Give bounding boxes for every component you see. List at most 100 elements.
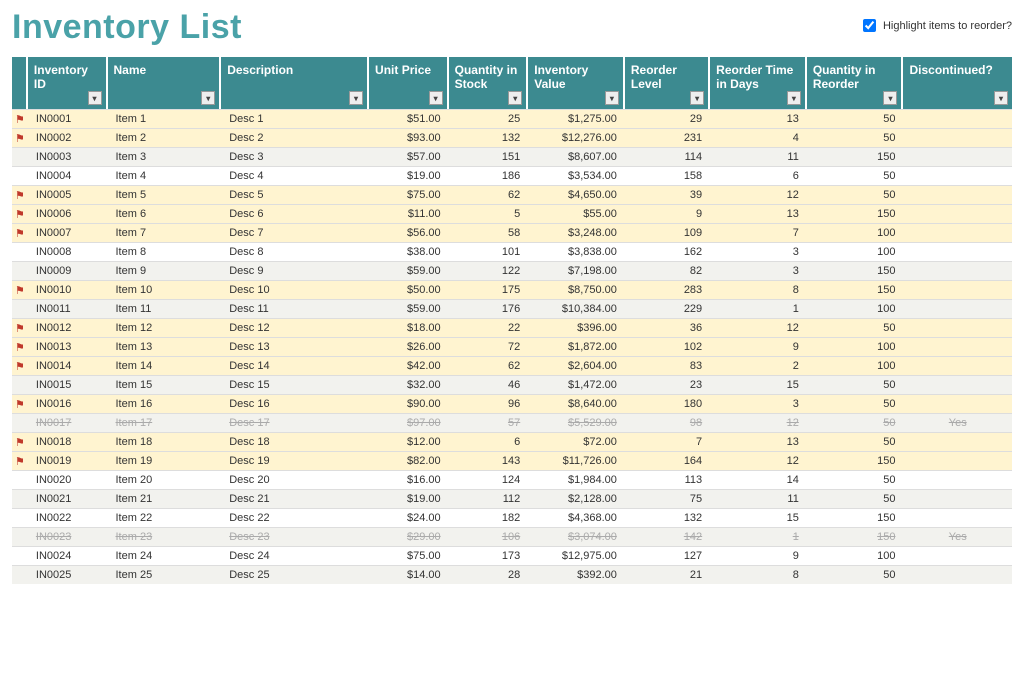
table-row[interactable]: ⚑IN0005Item 5Desc 5$75.0062$4,650.003912… bbox=[12, 185, 1012, 204]
table-row[interactable]: IN0015Item 15Desc 15$32.0046$1,472.00231… bbox=[12, 375, 1012, 394]
col-header[interactable]: Reorder Time in Days▾ bbox=[710, 57, 807, 109]
table-row[interactable]: IN0008Item 8Desc 8$38.00101$3,838.001623… bbox=[12, 242, 1012, 261]
cell-price: $38.00 bbox=[369, 242, 449, 261]
filter-dropdown-icon[interactable]: ▾ bbox=[88, 91, 102, 105]
cell-reorder: 132 bbox=[625, 508, 710, 527]
filter-dropdown-icon[interactable]: ▾ bbox=[787, 91, 801, 105]
table-row[interactable]: IN0011Item 11Desc 11$59.00176$10,384.002… bbox=[12, 299, 1012, 318]
table-row[interactable]: IN0024Item 24Desc 24$75.00173$12,975.001… bbox=[12, 546, 1012, 565]
cell-qro: 150 bbox=[807, 204, 904, 223]
cell-id: IN0010 bbox=[28, 280, 108, 299]
cell-value: $2,128.00 bbox=[528, 489, 625, 508]
cell-disc bbox=[903, 147, 1012, 166]
flag-icon: ⚑ bbox=[15, 285, 25, 297]
col-header[interactable]: Reorder Level▾ bbox=[625, 57, 710, 109]
table-row[interactable]: ⚑IN0010Item 10Desc 10$50.00175$8,750.002… bbox=[12, 280, 1012, 299]
table-row[interactable]: IN0004Item 4Desc 4$19.00186$3,534.001586… bbox=[12, 166, 1012, 185]
table-row[interactable]: ⚑IN0001Item 1Desc 1$51.0025$1,275.002913… bbox=[12, 109, 1012, 128]
filter-dropdown-icon[interactable]: ▾ bbox=[883, 91, 897, 105]
table-row[interactable]: IN0003Item 3Desc 3$57.00151$8,607.001141… bbox=[12, 147, 1012, 166]
table-row[interactable]: IN0025Item 25Desc 25$14.0028$392.0021850 bbox=[12, 565, 1012, 584]
cell-disc bbox=[903, 223, 1012, 242]
table-row[interactable]: IN0021Item 21Desc 21$19.00112$2,128.0075… bbox=[12, 489, 1012, 508]
col-header[interactable]: Quantity in Stock▾ bbox=[449, 57, 529, 109]
table-row[interactable]: ⚑IN0013Item 13Desc 13$26.0072$1,872.0010… bbox=[12, 337, 1012, 356]
cell-value: $396.00 bbox=[528, 318, 625, 337]
cell-value: $1,275.00 bbox=[528, 109, 625, 128]
cell-name: Item 25 bbox=[108, 565, 222, 584]
table-row[interactable]: ⚑IN0016Item 16Desc 16$90.0096$8,640.0018… bbox=[12, 394, 1012, 413]
table-row[interactable]: IN0022Item 22Desc 22$24.00182$4,368.0013… bbox=[12, 508, 1012, 527]
cell-desc: Desc 9 bbox=[221, 261, 369, 280]
cell-desc: Desc 18 bbox=[221, 432, 369, 451]
cell-disc bbox=[903, 546, 1012, 565]
cell-disc bbox=[903, 394, 1012, 413]
cell-qty: 175 bbox=[449, 280, 529, 299]
cell-id: IN0014 bbox=[28, 356, 108, 375]
cell-value: $8,640.00 bbox=[528, 394, 625, 413]
cell-reorder: 283 bbox=[625, 280, 710, 299]
cell-time: 14 bbox=[710, 470, 807, 489]
cell-price: $42.00 bbox=[369, 356, 449, 375]
cell-price: $16.00 bbox=[369, 470, 449, 489]
cell-qty: 62 bbox=[449, 356, 529, 375]
cell-name: Item 15 bbox=[108, 375, 222, 394]
cell-qro: 100 bbox=[807, 356, 904, 375]
cell-time: 9 bbox=[710, 337, 807, 356]
col-header[interactable]: Description▾ bbox=[221, 57, 369, 109]
cell-qro: 150 bbox=[807, 261, 904, 280]
filter-dropdown-icon[interactable]: ▾ bbox=[201, 91, 215, 105]
cell-reorder: 75 bbox=[625, 489, 710, 508]
table-row[interactable]: ⚑IN0018Item 18Desc 18$12.006$72.0071350 bbox=[12, 432, 1012, 451]
flag-cell bbox=[12, 261, 28, 280]
flag-cell: ⚑ bbox=[12, 432, 28, 451]
col-header[interactable]: Name▾ bbox=[108, 57, 222, 109]
col-header[interactable]: Discontinued?▾ bbox=[903, 57, 1012, 109]
cell-reorder: 231 bbox=[625, 128, 710, 147]
filter-dropdown-icon[interactable]: ▾ bbox=[508, 91, 522, 105]
table-row[interactable]: ⚑IN0002Item 2Desc 2$93.00132$12,276.0023… bbox=[12, 128, 1012, 147]
filter-dropdown-icon[interactable]: ▾ bbox=[429, 91, 443, 105]
cell-desc: Desc 4 bbox=[221, 166, 369, 185]
table-row[interactable]: ⚑IN0006Item 6Desc 6$11.005$55.00913150 bbox=[12, 204, 1012, 223]
cell-reorder: 36 bbox=[625, 318, 710, 337]
highlight-reorder-toggle[interactable]: Highlight items to reorder? bbox=[859, 8, 1012, 35]
cell-desc: Desc 8 bbox=[221, 242, 369, 261]
cell-qro: 100 bbox=[807, 299, 904, 318]
table-row[interactable]: ⚑IN0012Item 12Desc 12$18.0022$396.003612… bbox=[12, 318, 1012, 337]
cell-desc: Desc 2 bbox=[221, 128, 369, 147]
cell-name: Item 11 bbox=[108, 299, 222, 318]
cell-id: IN0008 bbox=[28, 242, 108, 261]
table-row[interactable]: IN0009Item 9Desc 9$59.00122$7,198.008231… bbox=[12, 261, 1012, 280]
cell-time: 8 bbox=[710, 280, 807, 299]
flag-icon: ⚑ bbox=[15, 209, 25, 221]
cell-disc bbox=[903, 299, 1012, 318]
col-header[interactable]: Inventory Value▾ bbox=[528, 57, 625, 109]
cell-reorder: 9 bbox=[625, 204, 710, 223]
col-header[interactable]: Unit Price▾ bbox=[369, 57, 449, 109]
table-row[interactable]: ⚑IN0019Item 19Desc 19$82.00143$11,726.00… bbox=[12, 451, 1012, 470]
table-row[interactable]: IN0020Item 20Desc 20$16.00124$1,984.0011… bbox=[12, 470, 1012, 489]
cell-disc: Yes bbox=[903, 413, 1012, 432]
table-row[interactable]: ⚑IN0014Item 14Desc 14$42.0062$2,604.0083… bbox=[12, 356, 1012, 375]
cell-disc bbox=[903, 242, 1012, 261]
filter-dropdown-icon[interactable]: ▾ bbox=[605, 91, 619, 105]
cell-name: Item 4 bbox=[108, 166, 222, 185]
table-row[interactable]: IN0017Item 17Desc 17$97.0057$5,529.00981… bbox=[12, 413, 1012, 432]
table-row[interactable]: IN0023Item 23Desc 23$29.00106$3,074.0014… bbox=[12, 527, 1012, 546]
col-header[interactable]: Quantity in Reorder▾ bbox=[807, 57, 904, 109]
filter-dropdown-icon[interactable]: ▾ bbox=[994, 91, 1008, 105]
cell-qro: 50 bbox=[807, 432, 904, 451]
cell-disc bbox=[903, 185, 1012, 204]
filter-dropdown-icon[interactable]: ▾ bbox=[690, 91, 704, 105]
filter-dropdown-icon[interactable]: ▾ bbox=[349, 91, 363, 105]
cell-qty: 173 bbox=[449, 546, 529, 565]
col-header[interactable]: Inventory ID▾ bbox=[28, 57, 108, 109]
cell-desc: Desc 17 bbox=[221, 413, 369, 432]
cell-value: $8,750.00 bbox=[528, 280, 625, 299]
cell-qro: 150 bbox=[807, 280, 904, 299]
highlight-checkbox[interactable] bbox=[863, 19, 876, 32]
cell-price: $12.00 bbox=[369, 432, 449, 451]
table-row[interactable]: ⚑IN0007Item 7Desc 7$56.0058$3,248.001097… bbox=[12, 223, 1012, 242]
flag-cell: ⚑ bbox=[12, 204, 28, 223]
